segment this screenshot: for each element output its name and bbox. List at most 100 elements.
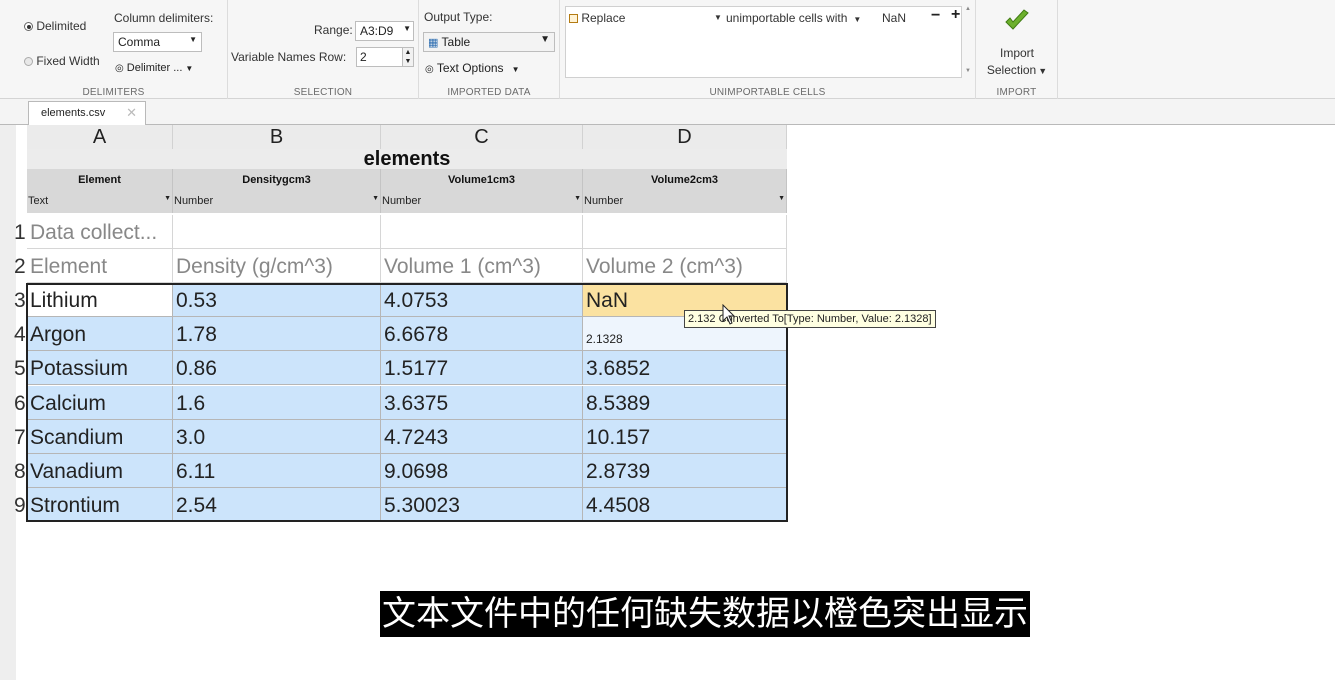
row-number[interactable]: 6 bbox=[14, 386, 27, 420]
chevron-down-icon: ▼ bbox=[403, 24, 411, 33]
variable-type-dropdown[interactable]: Text ▼ bbox=[27, 195, 173, 213]
row-number[interactable]: 1 bbox=[14, 215, 27, 249]
file-tab[interactable]: elements.csv ✕ bbox=[28, 101, 146, 125]
table-cell[interactable]: Data collect... bbox=[27, 215, 173, 249]
table-cell[interactable]: Volume 1 (cm^3) bbox=[381, 249, 583, 283]
table-cell[interactable] bbox=[381, 215, 583, 249]
table-cell[interactable]: 3.6852 bbox=[583, 351, 787, 385]
rule-action-dropdown[interactable]: Replace ▼ bbox=[569, 11, 722, 25]
row-number[interactable]: 3 bbox=[14, 283, 27, 317]
table-cell[interactable]: Scandium bbox=[27, 420, 173, 454]
toolstrip: Delimited Fixed Width Column delimiters:… bbox=[0, 0, 1335, 99]
section-label-imported-data: IMPORTED DATA bbox=[447, 87, 531, 98]
chevron-down-icon: ▼ bbox=[372, 195, 379, 202]
chevron-down-icon: ▼ bbox=[189, 35, 197, 44]
delimiter-dropdown[interactable]: Comma ▼ bbox=[113, 32, 202, 52]
output-type-dropdown[interactable]: ▦ Table ▼ bbox=[423, 32, 555, 52]
variable-name-element[interactable]: Element bbox=[27, 169, 173, 195]
table-cell[interactable]: 6.6678 bbox=[381, 317, 583, 351]
table-cell[interactable]: 6.11 bbox=[173, 454, 381, 488]
section-label-unimportable-cells: UNIMPORTABLE CELLS bbox=[709, 87, 826, 98]
section-label-selection: SELECTION bbox=[293, 87, 353, 98]
variable-type-dropdown[interactable]: Number ▼ bbox=[173, 195, 381, 213]
table-cell[interactable]: 1.6 bbox=[173, 386, 381, 420]
table-cell[interactable]: 9.0698 bbox=[381, 454, 583, 488]
mouse-cursor-icon bbox=[722, 304, 736, 325]
table-cell[interactable]: Density (g/cm^3) bbox=[173, 249, 381, 283]
chevron-down-icon: ▼ bbox=[185, 64, 194, 73]
variable-name-density[interactable]: Densitygcm3 bbox=[173, 169, 381, 195]
table-cell[interactable]: Argon bbox=[27, 317, 173, 351]
table-cell[interactable]: Calcium bbox=[27, 386, 173, 420]
variable-type-dropdown[interactable]: Number ▼ bbox=[381, 195, 583, 213]
range-input[interactable]: A3:D9 ▼ bbox=[355, 21, 414, 41]
delimited-radio[interactable]: Delimited bbox=[24, 19, 86, 33]
row-number[interactable]: 5 bbox=[14, 351, 27, 385]
table-cell[interactable]: 5.30023 bbox=[381, 488, 583, 522]
table-cell[interactable]: 1.5177 bbox=[381, 351, 583, 385]
chevron-down-icon: ▼ bbox=[574, 195, 581, 202]
text-options-button[interactable]: ◎ Text Options ▼ bbox=[425, 61, 519, 75]
imported-data-section: Output Type: ▦ Table ▼ ◎ Text Options ▼ I… bbox=[419, 0, 560, 99]
delimited-label: Delimited bbox=[36, 19, 87, 33]
fixed-width-radio[interactable]: Fixed Width bbox=[24, 54, 100, 68]
table-cell[interactable]: 2.54 bbox=[173, 488, 381, 522]
variable-name-volume1[interactable]: Volume1cm3 bbox=[381, 169, 583, 195]
file-tab-label: elements.csv bbox=[41, 107, 106, 119]
close-icon[interactable]: ✕ bbox=[126, 105, 137, 121]
variable-type-label: Number bbox=[382, 195, 422, 207]
row-number[interactable]: 7 bbox=[14, 420, 27, 454]
import-selection-button[interactable]: Import Selection ▼ bbox=[976, 4, 1058, 80]
range-value: A3:D9 bbox=[360, 24, 394, 38]
variable-names-row-stepper[interactable]: 2 ▲ ▼ bbox=[356, 47, 414, 67]
table-cell[interactable]: 4.7243 bbox=[381, 420, 583, 454]
add-rule-button[interactable]: + bbox=[951, 6, 960, 24]
stepper-arrows-icon[interactable]: ▲ ▼ bbox=[402, 48, 413, 66]
table-cell[interactable] bbox=[173, 215, 381, 249]
table-cell[interactable]: 3.6375 bbox=[381, 386, 583, 420]
remove-rule-button[interactable]: − bbox=[931, 7, 940, 25]
table-cell[interactable]: 8.5389 bbox=[583, 386, 787, 420]
variable-names-row-label: Variable Names Row: bbox=[231, 50, 347, 64]
output-type-value: Table bbox=[441, 35, 471, 49]
table-cell[interactable]: 0.53 bbox=[173, 283, 381, 317]
table-cell[interactable]: 2.8739 bbox=[583, 454, 787, 488]
table-name[interactable]: elements bbox=[27, 149, 787, 169]
row-number[interactable]: 9 bbox=[14, 488, 27, 522]
table-cell[interactable]: Volume 2 (cm^3) bbox=[583, 249, 787, 283]
row-number[interactable]: 8 bbox=[14, 454, 27, 488]
table-cell[interactable]: Vanadium bbox=[27, 454, 173, 488]
table-cell[interactable]: 1.78 bbox=[173, 317, 381, 351]
table-cell[interactable]: 3.0 bbox=[173, 420, 381, 454]
column-header-a[interactable]: A bbox=[27, 125, 173, 149]
table-cell[interactable]: 4.0753 bbox=[381, 283, 583, 317]
check-icon bbox=[1005, 9, 1029, 30]
chevron-down-icon: ▼ bbox=[164, 195, 171, 202]
rule-condition-dropdown[interactable]: unimportable cells with ▼ bbox=[726, 11, 861, 25]
rule-action-value: Replace bbox=[581, 11, 626, 25]
table-cell[interactable]: Lithium bbox=[27, 283, 173, 317]
table-cell[interactable]: Potassium bbox=[27, 351, 173, 385]
variable-type-dropdown[interactable]: Number ▼ bbox=[583, 195, 787, 213]
table-cell[interactable]: Strontium bbox=[27, 488, 173, 522]
column-header-b[interactable]: B bbox=[173, 125, 381, 149]
column-delimiters-label: Column delimiters: bbox=[114, 11, 214, 25]
table-cell[interactable]: Element bbox=[27, 249, 173, 283]
rules-scrollbar[interactable]: ▲ ▼ bbox=[963, 6, 973, 78]
delimiter-options-button[interactable]: ◎ Delimiter ... ▼ bbox=[115, 62, 193, 74]
table-cell[interactable]: 10.157 bbox=[583, 420, 787, 454]
table-cell[interactable]: 0.86 bbox=[173, 351, 381, 385]
radio-unselected-icon bbox=[24, 57, 33, 66]
row-number[interactable]: 4 bbox=[14, 317, 27, 351]
column-header-c[interactable]: C bbox=[381, 125, 583, 149]
table-cell[interactable] bbox=[583, 215, 787, 249]
row-number[interactable]: 2 bbox=[14, 249, 27, 283]
column-header-d[interactable]: D bbox=[583, 125, 787, 149]
table-cell[interactable]: 4.4508 bbox=[583, 488, 787, 522]
variable-name-volume2[interactable]: Volume2cm3 bbox=[583, 169, 787, 195]
table-icon: ▦ bbox=[428, 37, 439, 49]
chevron-down-icon: ▼ bbox=[1038, 66, 1048, 76]
rule-value-input[interactable]: NaN bbox=[882, 11, 906, 25]
import-label-line2: Selection ▼ bbox=[986, 63, 1048, 77]
section-label-delimiters: DELIMITERS bbox=[82, 87, 145, 98]
